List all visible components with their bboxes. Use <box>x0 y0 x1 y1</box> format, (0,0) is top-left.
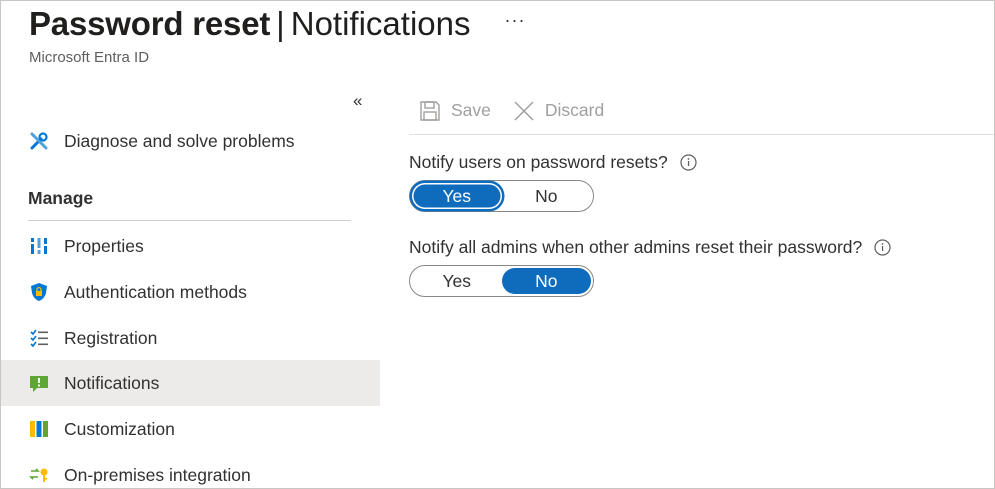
sidebar-item-label: Registration <box>64 327 158 348</box>
shield-icon <box>28 281 50 303</box>
notify-users-label: Notify users on password resets? <box>409 152 668 172</box>
properties-icon <box>28 235 50 257</box>
discard-button[interactable]: Discard <box>513 100 604 122</box>
sidebar-item-diagnose[interactable]: Diagnose and solve problems <box>1 118 380 164</box>
breadcrumb-service: Microsoft Entra ID <box>29 49 150 66</box>
notify-users-yes-option[interactable]: Yes <box>412 183 502 209</box>
discard-button-label: Discard <box>544 100 605 120</box>
notify-admins-toggle: Yes No <box>409 265 594 297</box>
sidebar-item-registration[interactable]: Registration <box>1 315 380 361</box>
app-frame: Password reset | Notifications ··· Micro… <box>0 0 995 489</box>
more-options-button[interactable]: ··· <box>504 10 525 31</box>
save-button[interactable]: Save <box>419 100 491 122</box>
info-icon[interactable] <box>680 154 697 171</box>
section-divider <box>28 220 351 221</box>
sidebar-item-properties[interactable]: Properties <box>1 223 380 269</box>
page-subtitle-section: Notifications <box>290 5 471 42</box>
save-button-label: Save <box>451 100 491 120</box>
title-row: Password reset | Notifications ··· <box>29 5 525 43</box>
sidebar-item-label: On-premises integration <box>64 464 251 485</box>
sidebar-item-notifications[interactable]: Notifications <box>1 360 380 406</box>
command-bar: Save Discard <box>409 87 994 135</box>
notify-admins-question: Notify all admins when other admins rese… <box>409 237 891 258</box>
section-title-manage: Manage <box>28 188 94 208</box>
notify-admins-no-option[interactable]: No <box>501 268 591 294</box>
sidebar-item-label: Customization <box>64 418 175 439</box>
notify-admins-yes-option[interactable]: Yes <box>412 268 502 294</box>
notification-icon <box>28 372 50 394</box>
sidebar-item-label: Properties <box>64 235 144 256</box>
sidebar-item-label: Authentication methods <box>64 281 247 302</box>
page-header: Password reset | Notifications ··· Micro… <box>29 5 525 66</box>
notify-users-no-option[interactable]: No <box>502 183 592 209</box>
save-icon <box>420 100 440 121</box>
notify-users-toggle: Yes No <box>409 180 594 212</box>
collapse-sidebar-button[interactable]: « <box>353 91 362 111</box>
sidebar-item-on-premises-integration[interactable]: On-premises integration <box>1 452 380 488</box>
sidebar-item-label: Notifications <box>64 372 160 393</box>
on-premises-icon <box>28 464 50 486</box>
title-separator: | <box>276 5 285 42</box>
sidebar: « Diagnose and solve problems Manage Pro… <box>1 87 381 488</box>
info-icon[interactable] <box>874 239 891 256</box>
customization-icon <box>28 418 50 440</box>
wrench-icon <box>28 130 50 152</box>
page-title: Password reset <box>29 5 271 42</box>
notify-admins-label: Notify all admins when other admins rese… <box>409 237 863 257</box>
sidebar-item-customization[interactable]: Customization <box>1 406 380 452</box>
sidebar-item-label: Diagnose and solve problems <box>64 130 295 151</box>
notify-users-question: Notify users on password resets? <box>409 152 697 173</box>
sidebar-item-authentication-methods[interactable]: Authentication methods <box>1 269 380 315</box>
close-icon <box>514 100 534 121</box>
checklist-icon <box>28 327 50 349</box>
